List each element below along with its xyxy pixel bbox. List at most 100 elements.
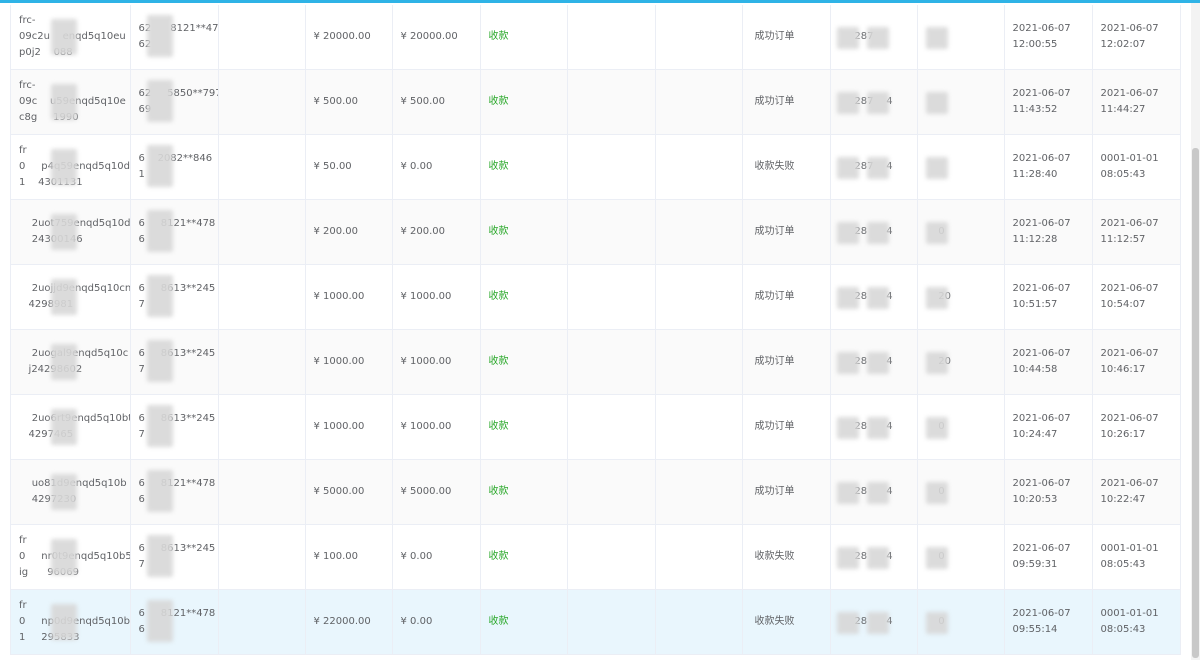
redaction-mask — [925, 482, 948, 504]
scrollbar-thumb[interactable] — [1192, 148, 1199, 658]
table-row[interactable]: 2uogal9enqd5q10c j242986026 8613**245 7 ¥… — [11, 329, 1180, 395]
table-row[interactable]: 2uojjd9enqd5q10cnt 42989816 8613**245 7 ¥… — [11, 264, 1180, 330]
order-number-cell: fr 0 nr0t9enqd5q10b5 ig 96069 — [11, 524, 131, 590]
redaction-mask — [146, 535, 173, 577]
redaction-mask — [866, 417, 889, 439]
redaction-mask — [836, 612, 859, 634]
blank-cell — [218, 329, 306, 395]
redaction-mask — [925, 92, 948, 114]
order-number-cell: 2uogal9enqd5q10c j24298602 — [11, 329, 131, 395]
redaction-mask — [146, 80, 173, 122]
redaction-mask — [51, 539, 77, 575]
code-cell — [917, 5, 1005, 70]
blank-cell — [567, 5, 656, 70]
card-number-cell: 6 8613**245 7 — [130, 394, 219, 460]
code-cell: 0 — [917, 589, 1005, 655]
blank-cell — [567, 459, 656, 525]
blank-cell — [655, 524, 743, 590]
blank-cell — [567, 134, 656, 200]
created-time-cell: 2021-06-07 09:55:14 — [1004, 589, 1093, 655]
card-number-cell: 6 8121**478 6 — [130, 459, 219, 525]
table-row[interactable]: 2uo6rt9enqd5q10btj 42974656 8613**245 7 ¥… — [11, 394, 1180, 460]
table-row[interactable]: frc- 09c u59enqd5q10e c8g 199062 5850**7… — [11, 69, 1180, 135]
actual-amount-cell: ¥ 0.00 — [392, 134, 481, 200]
created-time-cell: 2021-06-07 11:28:40 — [1004, 134, 1093, 200]
code-cell: 0 — [917, 199, 1005, 265]
top-accent-bar — [0, 0, 1200, 3]
amount-cell: ¥ 20000.00 — [305, 5, 393, 70]
vertical-scrollbar[interactable] — [1191, 3, 1200, 660]
redaction-mask — [51, 19, 77, 55]
transaction-type-cell: 收款 — [480, 394, 568, 460]
table-row[interactable]: uo81d9enqd5q10b 42972306 8121**478 6 ¥ 50… — [11, 459, 1180, 525]
order-status-cell: 成功订单 — [742, 329, 831, 395]
phone-cell: 28 4 — [830, 524, 918, 590]
redaction-mask — [866, 352, 889, 374]
table-row[interactable]: fr 0 np0d9enqd5q10b 1 2958336 8121**478 … — [11, 589, 1180, 655]
table-row[interactable]: frc- 09c2u enqd5q10eu p0j2 08862 8121**4… — [11, 5, 1180, 70]
redaction-mask — [146, 405, 173, 447]
blank-cell — [567, 69, 656, 135]
order-status-cell: 成功订单 — [742, 5, 831, 70]
order-number-cell: 2uojjd9enqd5q10cnt 4298981 — [11, 264, 131, 330]
transaction-type-cell: 收款 — [480, 329, 568, 395]
created-time-cell: 2021-06-07 09:59:31 — [1004, 524, 1093, 590]
redaction-mask — [51, 84, 77, 120]
redaction-mask — [925, 157, 948, 179]
order-number-cell: uo81d9enqd5q10b 4297230 — [11, 459, 131, 525]
order-number-cell: frc- 09c2u enqd5q10eu p0j2 088 — [11, 5, 131, 70]
transaction-type-cell: 收款 — [480, 264, 568, 330]
table-row[interactable]: 2uot759enqd5q10d 243001466 8121**478 6 ¥ … — [11, 199, 1180, 265]
redaction-mask — [146, 15, 173, 57]
redaction-mask — [866, 27, 889, 49]
actual-amount-cell: ¥ 0.00 — [392, 524, 481, 590]
blank-cell — [655, 199, 743, 265]
redaction-mask — [146, 470, 173, 512]
order-status-cell: 成功订单 — [742, 69, 831, 135]
created-time-cell: 2021-06-07 10:51:57 — [1004, 264, 1093, 330]
redaction-mask — [925, 547, 948, 569]
redaction-mask — [146, 340, 173, 382]
transaction-type-cell: 收款 — [480, 5, 568, 70]
blank-cell — [218, 264, 306, 330]
amount-cell: ¥ 22000.00 — [305, 589, 393, 655]
redaction-mask — [146, 210, 173, 252]
redaction-mask — [51, 409, 77, 445]
amount-cell: ¥ 100.00 — [305, 524, 393, 590]
phone-cell: 28 4 — [830, 329, 918, 395]
redaction-mask — [51, 214, 77, 250]
redaction-mask — [925, 287, 948, 309]
transaction-type-cell: 收款 — [480, 69, 568, 135]
amount-cell: ¥ 5000.00 — [305, 459, 393, 525]
created-time-cell: 2021-06-07 10:24:47 — [1004, 394, 1093, 460]
actual-amount-cell: ¥ 200.00 — [392, 199, 481, 265]
created-time-cell: 2021-06-07 11:43:52 — [1004, 69, 1093, 135]
phone-cell: 28 4 — [830, 199, 918, 265]
code-cell: 0 — [917, 524, 1005, 590]
order-status-cell: 成功订单 — [742, 394, 831, 460]
table-row[interactable]: fr 0 p4q59enqd5q10d 1 43011316 2082**846… — [11, 134, 1180, 200]
card-number-cell: 6 8613**245 7 — [130, 524, 219, 590]
finished-time-cell: 2021-06-07 10:54:07 — [1092, 264, 1180, 330]
actual-amount-cell: ¥ 1000.00 — [392, 264, 481, 330]
orders-table: frc- 09c2u enqd5q10eu p0j2 08862 8121**4… — [11, 5, 1180, 655]
finished-time-cell: 0001-01-01 08:05:43 — [1092, 589, 1180, 655]
redaction-mask — [866, 547, 889, 569]
blank-cell — [567, 589, 656, 655]
finished-time-cell: 0001-01-01 08:05:43 — [1092, 134, 1180, 200]
blank-cell — [567, 524, 656, 590]
blank-cell — [567, 394, 656, 460]
table-row[interactable]: fr 0 nr0t9enqd5q10b5 ig 960696 8613**245… — [11, 524, 1180, 590]
blank-cell — [218, 394, 306, 460]
blank-cell — [655, 459, 743, 525]
actual-amount-cell: ¥ 20000.00 — [392, 5, 481, 70]
redaction-mask — [925, 417, 948, 439]
redaction-mask — [146, 600, 173, 642]
order-status-cell: 收款失败 — [742, 524, 831, 590]
created-time-cell: 2021-06-07 10:44:58 — [1004, 329, 1093, 395]
redaction-mask — [836, 417, 859, 439]
finished-time-cell: 2021-06-07 10:46:17 — [1092, 329, 1180, 395]
card-number-cell: 62 8121**478 62 — [130, 5, 219, 70]
code-cell — [917, 69, 1005, 135]
transaction-type-cell: 收款 — [480, 459, 568, 525]
